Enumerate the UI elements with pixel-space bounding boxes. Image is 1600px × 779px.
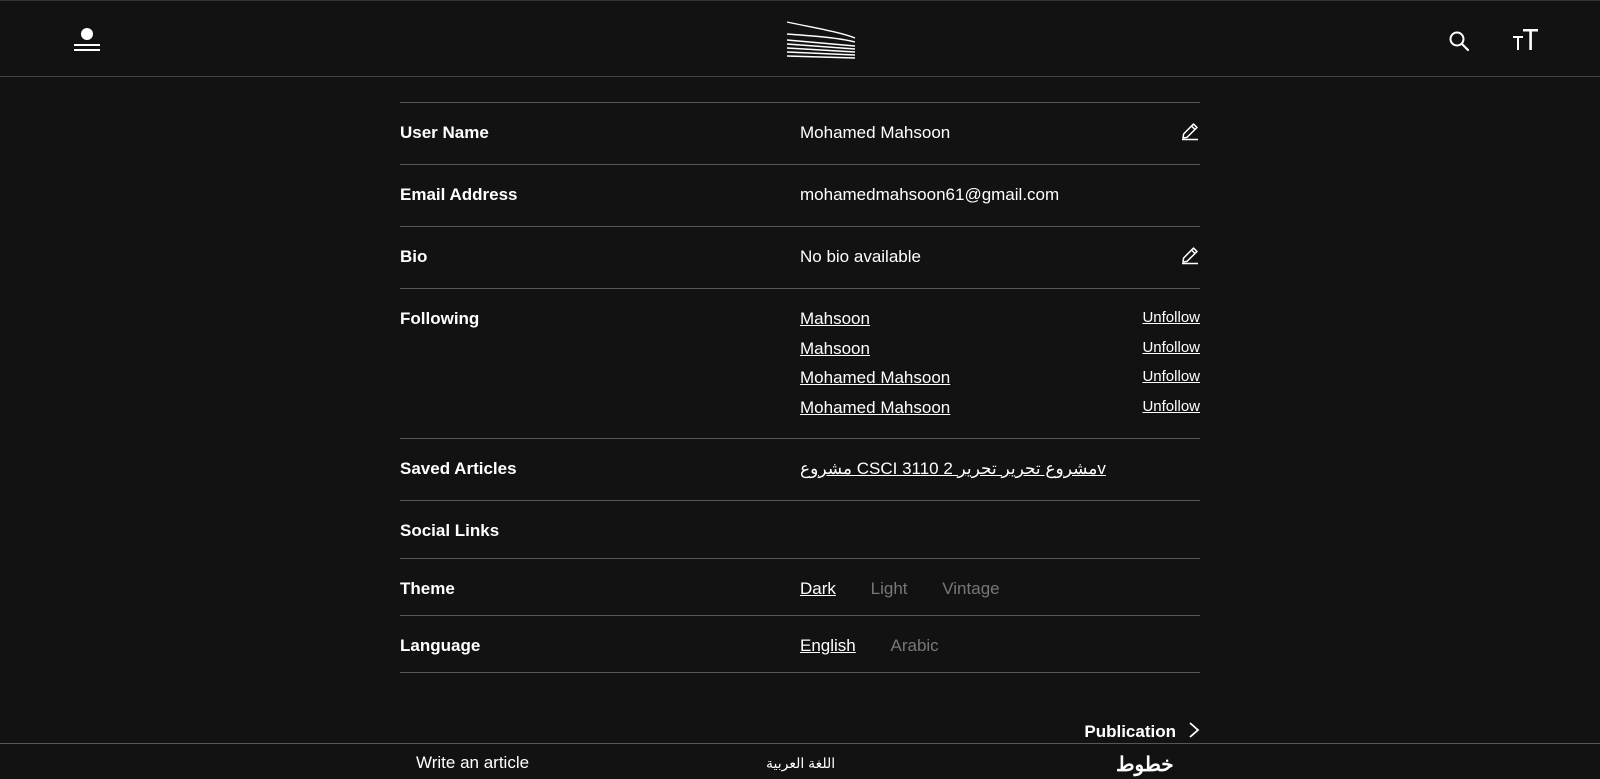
language-label: Language	[400, 636, 481, 655]
arabic-language-link[interactable]: اللغة العربية	[766, 755, 835, 772]
unfollow-button[interactable]: Unfollow	[1142, 309, 1200, 339]
theme-option-light[interactable]: Light	[871, 579, 908, 599]
edit-bio-icon[interactable]	[1180, 245, 1200, 265]
theme-option-dark[interactable]: Dark	[800, 579, 836, 599]
email-row: Email Address mohamedmahsoon61@gmail.com	[400, 165, 1200, 227]
following-user-link[interactable]: Mahsoon	[800, 309, 870, 339]
publication-label: Publication	[1084, 722, 1176, 741]
social-links-row: Social Links	[400, 501, 1200, 559]
theme-option-vintage[interactable]: Vintage	[942, 579, 999, 599]
top-header	[0, 0, 1600, 77]
unfollow-button[interactable]: Unfollow	[1142, 398, 1200, 428]
unfollow-button[interactable]: Unfollow	[1142, 368, 1200, 398]
email-label: Email Address	[400, 185, 518, 204]
theme-label: Theme	[400, 579, 455, 598]
saved-articles-label: Saved Articles	[400, 459, 517, 478]
user-name-value: Mohamed Mahsoon	[800, 123, 951, 142]
saved-article-link[interactable]: مشروع CSCI 3110 2 مشروع تحرير تحريرv	[800, 459, 1106, 478]
following-list: Mahsoon Unfollow Mahsoon Unfollow Mohame…	[800, 309, 1200, 438]
email-value: mohamedmahsoon61@gmail.com	[800, 185, 1060, 204]
publication-link[interactable]: Publication	[1072, 720, 1200, 744]
user-name-row: User Name Mohamed Mahsoon	[400, 103, 1200, 165]
language-row: Language English Arabic	[400, 616, 1200, 673]
settings-table: User Name Mohamed Mahsoon Email Address …	[400, 102, 1200, 673]
bio-value: No bio available	[800, 247, 921, 266]
list-item: Mohamed Mahsoon Unfollow	[800, 398, 1200, 428]
following-user-link[interactable]: Mohamed Mahsoon	[800, 368, 950, 398]
language-option-english[interactable]: English	[800, 636, 856, 656]
user-name-label: User Name	[400, 123, 489, 142]
chevron-right-icon	[1188, 721, 1200, 744]
list-item: Mohamed Mahsoon Unfollow	[800, 368, 1200, 398]
user-menu-icon[interactable]	[70, 23, 104, 59]
following-user-link[interactable]: Mohamed Mahsoon	[800, 398, 950, 428]
social-links-value	[800, 521, 1200, 558]
bio-label: Bio	[400, 247, 428, 266]
logo-icon[interactable]	[784, 19, 858, 61]
language-options: English Arabic	[800, 636, 1200, 672]
following-label: Following	[400, 309, 480, 328]
language-option-arabic[interactable]: Arabic	[891, 636, 939, 656]
list-item: Mahsoon Unfollow	[800, 339, 1200, 369]
social-links-label: Social Links	[400, 521, 500, 540]
font-size-icon[interactable]	[1511, 25, 1541, 55]
unfollow-button[interactable]: Unfollow	[1142, 339, 1200, 369]
bottom-footer: Write an article اللغة العربية خطوط	[0, 743, 1600, 779]
edit-user-name-icon[interactable]	[1180, 121, 1200, 141]
list-item: Mahsoon Unfollow	[800, 309, 1200, 339]
saved-articles-row: Saved Articles مشروع CSCI 3110 2 مشروع ت…	[400, 439, 1200, 501]
following-row: Following Mahsoon Unfollow Mahsoon Unfol…	[400, 289, 1200, 439]
write-article-link[interactable]: Write an article	[416, 753, 529, 773]
saved-articles-value: مشروع CSCI 3110 2 مشروع تحرير تحريرv	[800, 459, 1200, 500]
following-user-link[interactable]: Mahsoon	[800, 339, 870, 369]
theme-row: Theme Dark Light Vintage	[400, 559, 1200, 616]
search-icon[interactable]	[1445, 27, 1473, 55]
bio-row: Bio No bio available	[400, 227, 1200, 289]
theme-options: Dark Light Vintage	[800, 579, 1200, 615]
brand-logo-text[interactable]: خطوط	[1116, 752, 1175, 777]
